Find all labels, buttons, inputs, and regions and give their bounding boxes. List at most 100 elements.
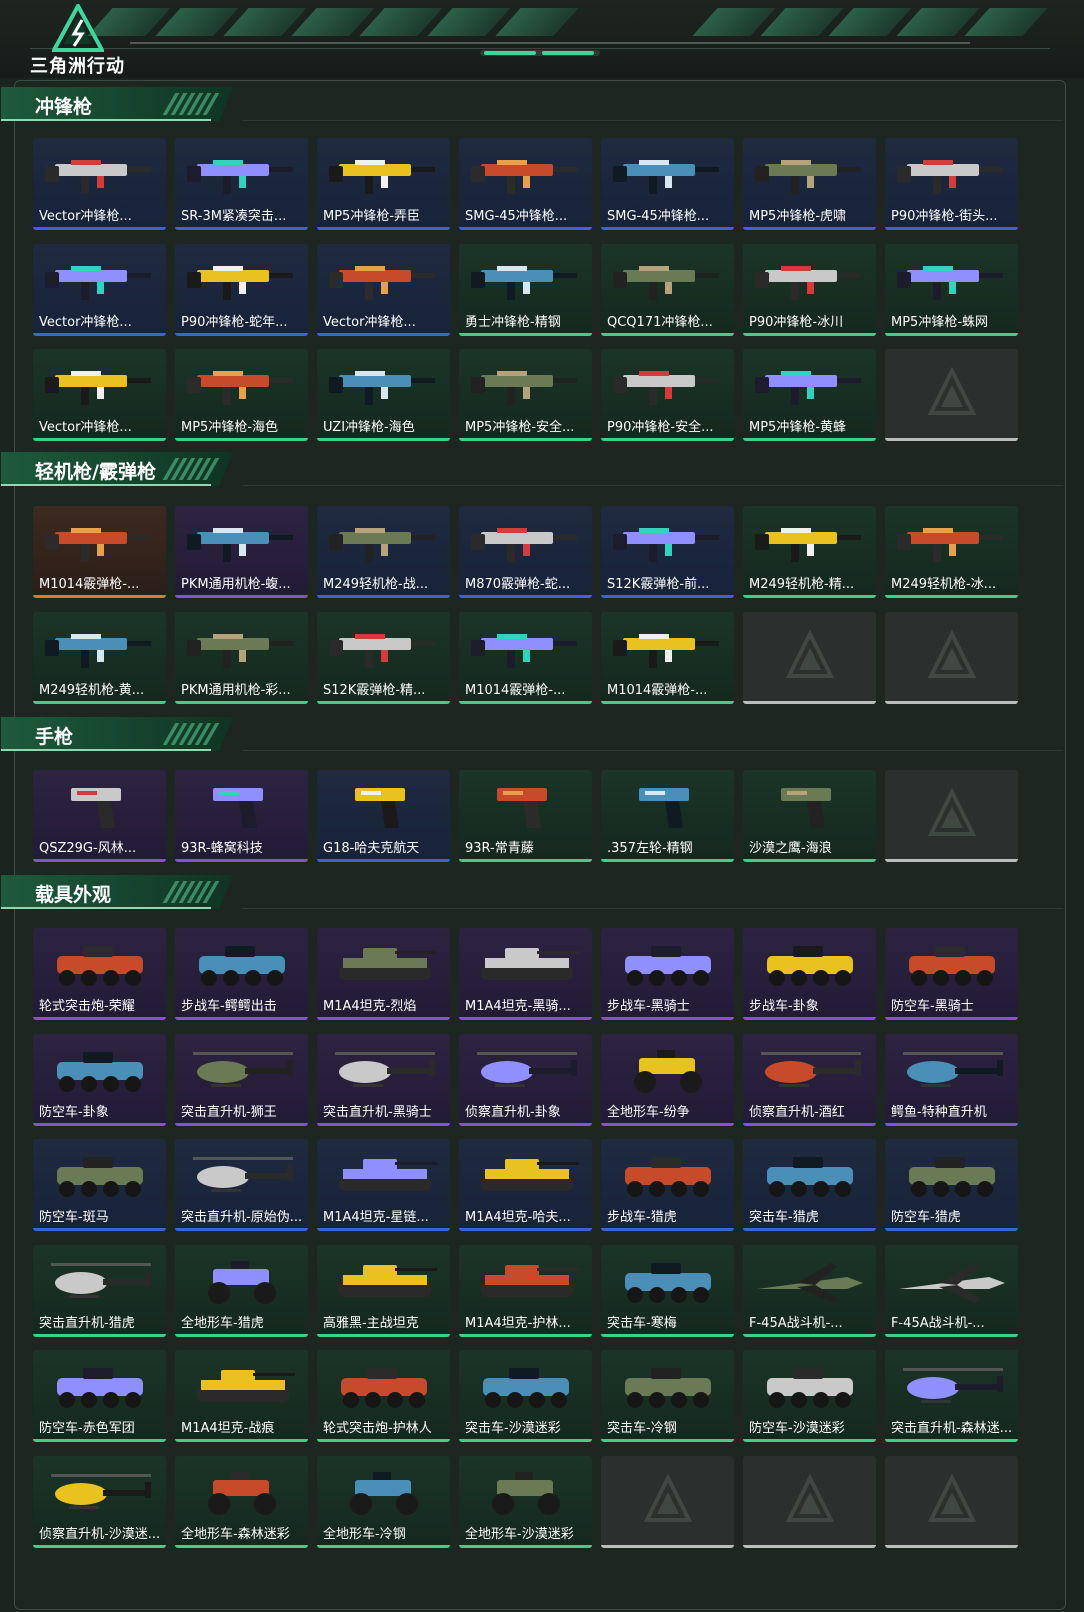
smg-icon: [45, 160, 151, 194]
item-tile[interactable]: P90冲锋枪-街头...: [885, 138, 1018, 230]
empty-slot: [885, 1455, 1018, 1548]
item-name: 鳄鱼-特种直升机: [891, 1104, 987, 1120]
item-tile[interactable]: PKM通用机枪-彩...: [175, 611, 308, 704]
item-tile[interactable]: 突击直升机-森林迷...: [885, 1350, 1018, 1442]
item-tile[interactable]: M870霰弹枪-蛇...: [459, 506, 592, 598]
item-tile[interactable]: 鳄鱼-特种直升机: [885, 1033, 1018, 1126]
item-tile[interactable]: P90冲锋枪-冰川: [743, 243, 876, 336]
item-tile[interactable]: 轮式突击炮-护林人: [317, 1350, 450, 1442]
item-tile[interactable]: Vector冲锋枪...: [317, 243, 450, 336]
item-name: M1A4坦克-哈夫...: [465, 1210, 571, 1225]
item-tile[interactable]: 沙漠之鹰-海浪: [743, 770, 876, 862]
item-tile[interactable]: SMG-45冲锋枪...: [459, 138, 592, 230]
item-tile[interactable]: PKM通用机枪-蝮...: [175, 506, 308, 598]
item-name: 防空车-赤色军团: [39, 1421, 135, 1436]
item-tile[interactable]: MP5冲锋枪-海色: [175, 349, 308, 441]
item-tile[interactable]: MP5冲锋枪-黄蜂: [743, 349, 876, 441]
item-name: Vector冲锋枪...: [39, 420, 132, 435]
item-tile[interactable]: QCQ171冲锋枪...: [601, 243, 734, 336]
armored-car-icon: [625, 1368, 711, 1408]
item-tile[interactable]: 突击直升机-黑骑士: [317, 1033, 450, 1126]
item-tile[interactable]: 全地形车-森林迷彩: [175, 1455, 308, 1548]
item-tile[interactable]: 突击直升机-原始伪...: [175, 1139, 308, 1231]
item-name: M1014霰弹枪-...: [465, 682, 566, 698]
item-tile[interactable]: 全地形车-冷钢: [317, 1455, 450, 1548]
item-tile[interactable]: 侦察直升机-沙漠迷...: [33, 1455, 166, 1548]
item-tile[interactable]: 防空车-沙漠迷彩: [743, 1350, 876, 1442]
item-name: 轮式突击炮-荣耀: [39, 999, 135, 1014]
item-tile[interactable]: Vector冲锋枪...: [33, 138, 166, 230]
item-tile[interactable]: G18-哈夫克航天: [317, 770, 450, 862]
item-tile[interactable]: 突击车-沙漠迷彩: [459, 1350, 592, 1442]
item-tile[interactable]: SR-3M紧凑突击...: [175, 138, 308, 230]
item-tile[interactable]: M249轻机枪-黄...: [33, 611, 166, 704]
shotgun-icon: [471, 528, 577, 562]
item-tile[interactable]: 防空车-斑马: [33, 1139, 166, 1231]
item-tile[interactable]: 轮式突击炮-荣耀: [33, 928, 166, 1020]
item-tile[interactable]: 步战车-黑骑士: [601, 928, 734, 1020]
item-tile[interactable]: M1A4坦克-战痕: [175, 1350, 308, 1442]
item-tile[interactable]: M1014霰弹枪-...: [33, 506, 166, 598]
item-tile[interactable]: 高雅黑-主战坦克: [317, 1244, 450, 1337]
item-tile[interactable]: 全地形车-猎虎: [175, 1244, 308, 1337]
item-tile[interactable]: M1A4坦克-星链...: [317, 1139, 450, 1231]
item-tile[interactable]: M249轻机枪-战...: [317, 506, 450, 598]
item-tile[interactable]: 步战车-鳄鳄出击: [175, 928, 308, 1020]
item-tile[interactable]: M1A4坦克-哈夫...: [459, 1139, 592, 1231]
item-name: G18-哈夫克航天: [323, 841, 420, 856]
item-tile[interactable]: UZI冲锋枪-海色: [317, 349, 450, 441]
item-tile[interactable]: M249轻机枪-冰...: [885, 506, 1018, 598]
item-tile[interactable]: 突击车-猎虎: [743, 1139, 876, 1231]
item-tile[interactable]: F-45A战斗机-...: [885, 1244, 1018, 1337]
item-name: M1A4坦克-烈焰: [323, 999, 417, 1014]
item-tile[interactable]: 侦察直升机-卦象: [459, 1033, 592, 1126]
item-tile[interactable]: M1A4坦克-烈焰: [317, 928, 450, 1020]
item-tile[interactable]: 防空车-黑骑士: [885, 928, 1018, 1020]
smg-icon: [755, 265, 861, 300]
item-tile[interactable]: 全地形车-纷争: [601, 1033, 734, 1126]
item-tile[interactable]: 防空车-赤色军团: [33, 1350, 166, 1442]
item-tile[interactable]: S12K霰弹枪-精...: [317, 611, 450, 704]
item-tile[interactable]: 93R-常青藤: [459, 770, 592, 862]
item-tile[interactable]: M1A4坦克-护林...: [459, 1244, 592, 1337]
item-tile[interactable]: 突击直升机-猎虎: [33, 1244, 166, 1337]
item-tile[interactable]: 勇士冲锋枪-精钢: [459, 243, 592, 336]
item-tile[interactable]: Vector冲锋枪...: [33, 349, 166, 441]
item-name: S12K霰弹枪-前...: [607, 577, 710, 592]
item-tile[interactable]: Vector冲锋枪...: [33, 243, 166, 336]
item-tile[interactable]: SMG-45冲锋枪...: [601, 138, 734, 230]
smg-icon: [45, 265, 151, 300]
item-tile[interactable]: M249轻机枪-精...: [743, 506, 876, 598]
item-name: M1A4坦克-黑骑...: [465, 999, 571, 1014]
item-tile[interactable]: M1014霰弹枪-...: [601, 611, 734, 704]
item-tile[interactable]: 侦察直升机-酒红: [743, 1033, 876, 1126]
item-tile[interactable]: 步战车-卦象: [743, 928, 876, 1020]
item-tile[interactable]: 防空车-猎虎: [885, 1139, 1018, 1231]
item-tile[interactable]: QSZ29G-风林...: [33, 770, 166, 862]
section-title: 冲锋枪: [35, 96, 93, 118]
item-name: 突击直升机-狮王: [181, 1104, 277, 1120]
item-tile[interactable]: P90冲锋枪-蛇年...: [175, 243, 308, 336]
item-tile[interactable]: MP5冲锋枪-蛛网: [885, 243, 1018, 336]
item-tile[interactable]: 突击车-寒梅: [601, 1244, 734, 1337]
item-name: 防空车-卦象: [39, 1104, 109, 1120]
smg-icon: [329, 371, 435, 405]
item-tile[interactable]: 突击车-冷钢: [601, 1350, 734, 1442]
item-tile[interactable]: MP5冲锋枪-虎啸: [743, 138, 876, 230]
item-tile[interactable]: 突击直升机-狮王: [175, 1033, 308, 1126]
item-tile[interactable]: M1014霰弹枪-...: [459, 611, 592, 704]
item-tile[interactable]: 步战车-猎虎: [601, 1139, 734, 1231]
item-name: SR-3M紧凑突击...: [181, 209, 287, 224]
helicopter-icon: [51, 1262, 151, 1298]
item-tile[interactable]: F-45A战斗机-...: [743, 1244, 876, 1337]
item-tile[interactable]: MP5冲锋枪-安全...: [459, 349, 592, 441]
item-tile[interactable]: 全地形车-沙漠迷彩: [459, 1455, 592, 1548]
item-tile[interactable]: 防空车-卦象: [33, 1033, 166, 1126]
item-tile[interactable]: S12K霰弹枪-前...: [601, 506, 734, 598]
item-tile[interactable]: 93R-蜂窝科技: [175, 770, 308, 862]
armored-car-icon: [341, 1368, 427, 1408]
item-tile[interactable]: M1A4坦克-黑骑...: [459, 928, 592, 1020]
item-tile[interactable]: MP5冲锋枪-弄臣: [317, 138, 450, 230]
item-tile[interactable]: P90冲锋枪-安全...: [601, 349, 734, 441]
item-tile[interactable]: .357左轮-精钢: [601, 770, 734, 862]
